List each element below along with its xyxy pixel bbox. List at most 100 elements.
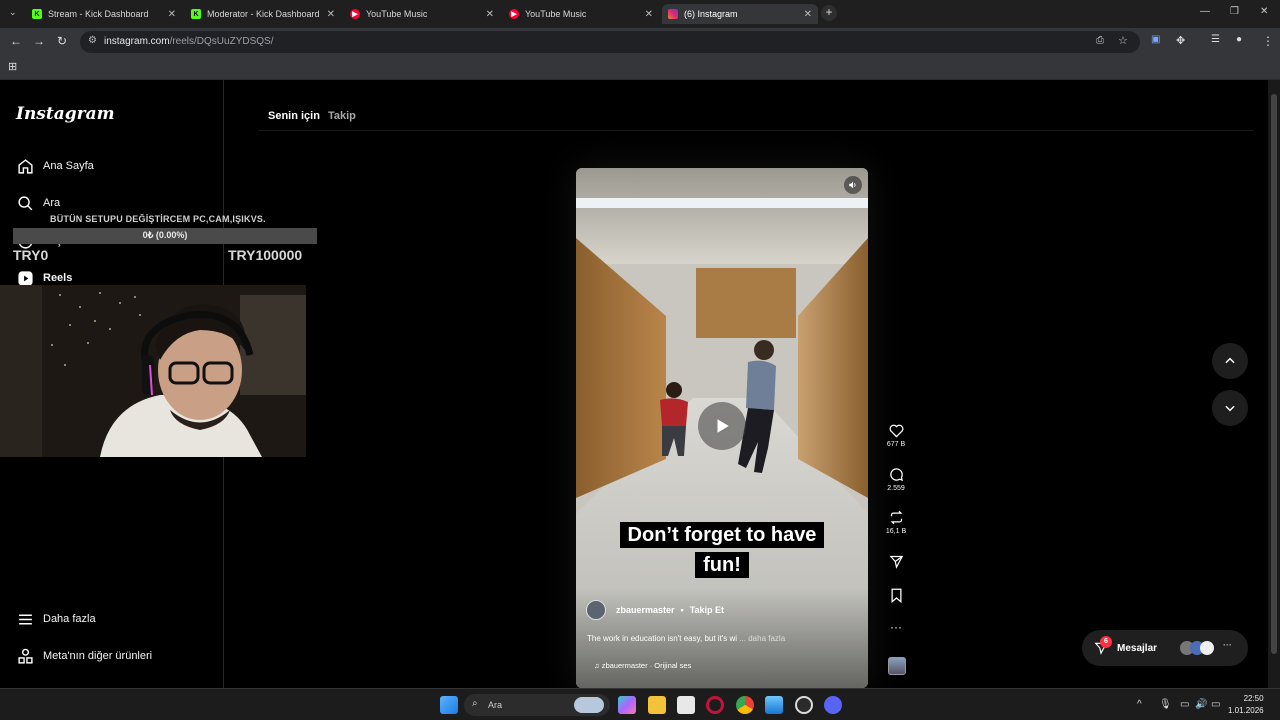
browser-tab-bar: ⌄ K Stream - Kick Dashboard ✕ K Moderato… — [0, 0, 1280, 28]
play-button[interactable] — [698, 402, 746, 450]
kick-icon: K — [191, 9, 201, 19]
back-icon[interactable]: ← — [10, 34, 22, 48]
close-icon[interactable]: ✕ — [327, 9, 335, 20]
play-icon — [717, 419, 729, 433]
show-more-link[interactable]: ... daha fazla — [739, 634, 785, 643]
audio-thumbnail[interactable] — [888, 657, 906, 675]
tab-for-you[interactable]: Senin için — [268, 110, 320, 122]
sidebar-item-label: Ana Sayfa — [43, 160, 94, 172]
tab-youtube-music-2[interactable]: ▶ YouTube Music ✕ — [503, 4, 659, 24]
comment-action[interactable]: 2.559 — [884, 467, 908, 492]
instagram-logo[interactable]: Instagram — [16, 104, 115, 124]
next-reel-button[interactable] — [1212, 390, 1248, 426]
reel-caption-overlay: Don’t forget to have fun! — [604, 520, 840, 580]
sidebar-item-label: Reels — [43, 272, 73, 284]
chrome-icon[interactable] — [736, 696, 754, 714]
copilot-icon[interactable] — [618, 696, 636, 714]
photos-icon[interactable] — [765, 696, 783, 714]
previous-reel-button[interactable] — [1212, 343, 1248, 379]
tab-list-chevron-icon[interactable]: ⌄ — [9, 7, 17, 18]
tab-kick-moderator[interactable]: K Moderator - Kick Dashboard ✕ — [185, 4, 341, 24]
separator-dot: • — [680, 605, 684, 615]
media-controls-icon[interactable]: ☰ — [1211, 34, 1220, 45]
translate-icon[interactable]: ▣ — [1151, 34, 1160, 45]
tab-youtube-music-1[interactable]: ▶ YouTube Music ✕ — [344, 4, 500, 24]
youtube-music-icon: ▶ — [509, 9, 519, 19]
microphone-icon[interactable]: 🎙 — [1159, 699, 1172, 710]
sidebar-item-more[interactable]: Daha fazla — [16, 610, 96, 628]
webcam-feed-image — [0, 285, 306, 457]
messages-badge: 6 — [1100, 636, 1112, 648]
forward-icon[interactable]: → — [33, 34, 45, 48]
close-icon[interactable]: ✕ — [486, 9, 494, 20]
search-highlight-icon — [574, 697, 604, 713]
windows-taskbar: ⌕ Ara ^ 🎙 ▭ 🔊 ▭ 22:50 1.01.2026 — [0, 688, 1280, 720]
profile-icon[interactable]: ● — [1236, 34, 1242, 45]
close-icon[interactable]: ✕ — [168, 9, 176, 20]
reel-audio[interactable]: ♫ zbauermaster · Orijinal ses — [594, 661, 691, 670]
reel-video[interactable]: Don’t forget to have fun! zbauermaster •… — [576, 168, 868, 688]
reload-icon[interactable]: ↻ — [57, 34, 67, 48]
minimize-icon[interactable]: — — [1200, 6, 1210, 17]
sidebar-item-meta[interactable]: Meta'nın diğer ürünleri — [16, 647, 152, 665]
messages-button[interactable]: 6 Mesajlar ··· — [1082, 630, 1248, 666]
restore-icon[interactable]: ❐ — [1230, 6, 1239, 17]
donation-goal-max: TRY100000 — [228, 247, 303, 263]
address-bar[interactable]: ⚙ instagram.com/reels/DQsUuZYDSQS/ ⎙ ☆ — [80, 31, 1140, 53]
store-icon[interactable] — [677, 696, 695, 714]
repost-icon — [890, 510, 902, 525]
meta-products-icon — [16, 647, 34, 665]
window-close-icon[interactable]: ✕ — [1260, 6, 1268, 17]
page-scrollbar[interactable] — [1268, 80, 1280, 688]
follow-button[interactable]: Takip Et — [690, 605, 724, 615]
clock-time: 22:50 — [1243, 694, 1264, 703]
reel-description-text: The work in education isn't easy, but it… — [587, 634, 738, 643]
like-action[interactable]: 677 B — [884, 424, 908, 448]
bookmark-icon — [891, 588, 901, 603]
instagram-icon — [668, 9, 678, 19]
save-action[interactable] — [884, 588, 908, 603]
repost-count: 16,1 B — [885, 528, 907, 535]
close-icon[interactable]: ✕ — [645, 9, 653, 20]
bookmark-star-icon[interactable]: ☆ — [1118, 34, 1128, 47]
tab-following[interactable]: Takip — [328, 110, 356, 122]
sidebar-item-search[interactable]: Ara — [16, 194, 60, 212]
file-explorer-icon[interactable] — [648, 696, 666, 714]
speaker-icon[interactable]: 🔊 — [1195, 699, 1207, 710]
reel-username[interactable]: zbauermaster — [616, 605, 675, 615]
apps-grid-icon[interactable]: ⊞ — [8, 60, 17, 73]
scrollbar-thumb[interactable] — [1271, 94, 1277, 654]
close-icon[interactable]: ✕ — [804, 9, 812, 20]
tab-kick-stream[interactable]: K Stream - Kick Dashboard ✕ — [26, 4, 182, 24]
divider — [258, 130, 1254, 131]
discord-icon[interactable] — [824, 696, 842, 714]
obs-icon[interactable] — [795, 696, 813, 714]
opera-icon[interactable] — [706, 696, 724, 714]
reel-author: zbauermaster • Takip Et — [586, 600, 724, 620]
share-action[interactable] — [884, 554, 908, 569]
tab-instagram[interactable]: (6) Instagram ✕ — [662, 4, 818, 24]
taskbar-search[interactable]: ⌕ Ara — [464, 694, 610, 716]
taskbar-clock[interactable]: 22:50 1.01.2026 — [1228, 693, 1264, 717]
tab-title: Stream - Kick Dashboard — [48, 9, 149, 19]
new-tab-button[interactable]: + — [821, 5, 837, 21]
battery-icon[interactable]: ▭ — [1211, 699, 1220, 710]
more-options-action[interactable]: ··· — [884, 620, 908, 634]
sidebar-item-home[interactable]: Ana Sayfa — [16, 157, 94, 175]
search-icon: ⌕ — [472, 698, 478, 709]
tab-title: Moderator - Kick Dashboard — [207, 9, 320, 19]
display-icon[interactable]: ▭ — [1180, 699, 1189, 710]
video-scene-child — [660, 382, 688, 456]
site-info-icon[interactable]: ⚙ — [88, 35, 97, 46]
extensions-icon[interactable]: ✥ — [1176, 34, 1185, 47]
donation-goal-progress: 0₺ (0.00%) — [142, 230, 188, 240]
reel-audio-label: zbauermaster · Orijinal ses — [601, 661, 692, 670]
menu-dots-icon[interactable]: ⋮ — [1262, 34, 1274, 48]
sidebar-item-label: Ara — [43, 197, 61, 209]
install-app-icon[interactable]: ⎙ — [1096, 35, 1104, 46]
windows-start-icon[interactable] — [440, 696, 458, 714]
tray-overflow-icon[interactable]: ^ — [1137, 699, 1142, 710]
repost-action[interactable]: 16,1 B — [884, 510, 908, 535]
volume-icon[interactable] — [844, 176, 862, 194]
avatar[interactable] — [586, 600, 606, 620]
